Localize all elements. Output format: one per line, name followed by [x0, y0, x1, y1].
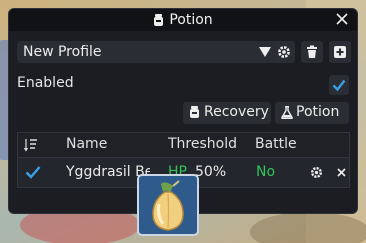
potion-button[interactable]: Potion: [275, 102, 349, 124]
add-profile-button[interactable]: [329, 41, 351, 63]
column-header-battle[interactable]: Battle: [255, 136, 297, 152]
column-header-threshold[interactable]: Threshold: [168, 136, 237, 152]
profile-select[interactable]: New Profile: [17, 41, 275, 63]
enabled-label: Enabled: [17, 75, 74, 91]
row-remove-icon[interactable]: [336, 166, 347, 182]
check-icon: [25, 166, 41, 179]
potion-icon: [153, 14, 164, 30]
row-threshold-value: 50%: [195, 164, 227, 180]
table-header: Name Threshold Battle: [18, 133, 349, 158]
profile-select-value: New Profile: [23, 44, 102, 60]
column-header-name[interactable]: Name: [66, 136, 107, 152]
flask-icon: [281, 105, 293, 123]
close-icon[interactable]: [334, 11, 350, 27]
window-title-text: Potion: [169, 12, 213, 28]
recovery-button[interactable]: Recovery: [183, 102, 271, 124]
sort-icon[interactable]: [23, 138, 38, 156]
delete-profile-button[interactable]: [301, 41, 323, 63]
window-title: Potion: [9, 12, 357, 30]
row-enabled-checkbox[interactable]: [25, 165, 41, 183]
profile-settings-button[interactable]: [273, 41, 295, 63]
enabled-checkbox[interactable]: [329, 75, 349, 95]
potion-icon: [189, 106, 200, 122]
row-settings-gear-icon[interactable]: [310, 166, 323, 183]
check-icon: [332, 79, 346, 92]
row-battle-value: No: [256, 164, 276, 180]
dropdown-arrow-icon[interactable]: [257, 44, 273, 60]
potion-button-label: Potion: [296, 104, 340, 120]
gear-icon: [278, 46, 290, 58]
title-bar[interactable]: Potion: [9, 9, 357, 31]
recovery-button-label: Recovery: [204, 104, 269, 120]
plus-icon: [334, 46, 346, 58]
yggdrasil-berry-item-icon[interactable]: [137, 174, 199, 236]
trash-icon: [307, 45, 317, 58]
